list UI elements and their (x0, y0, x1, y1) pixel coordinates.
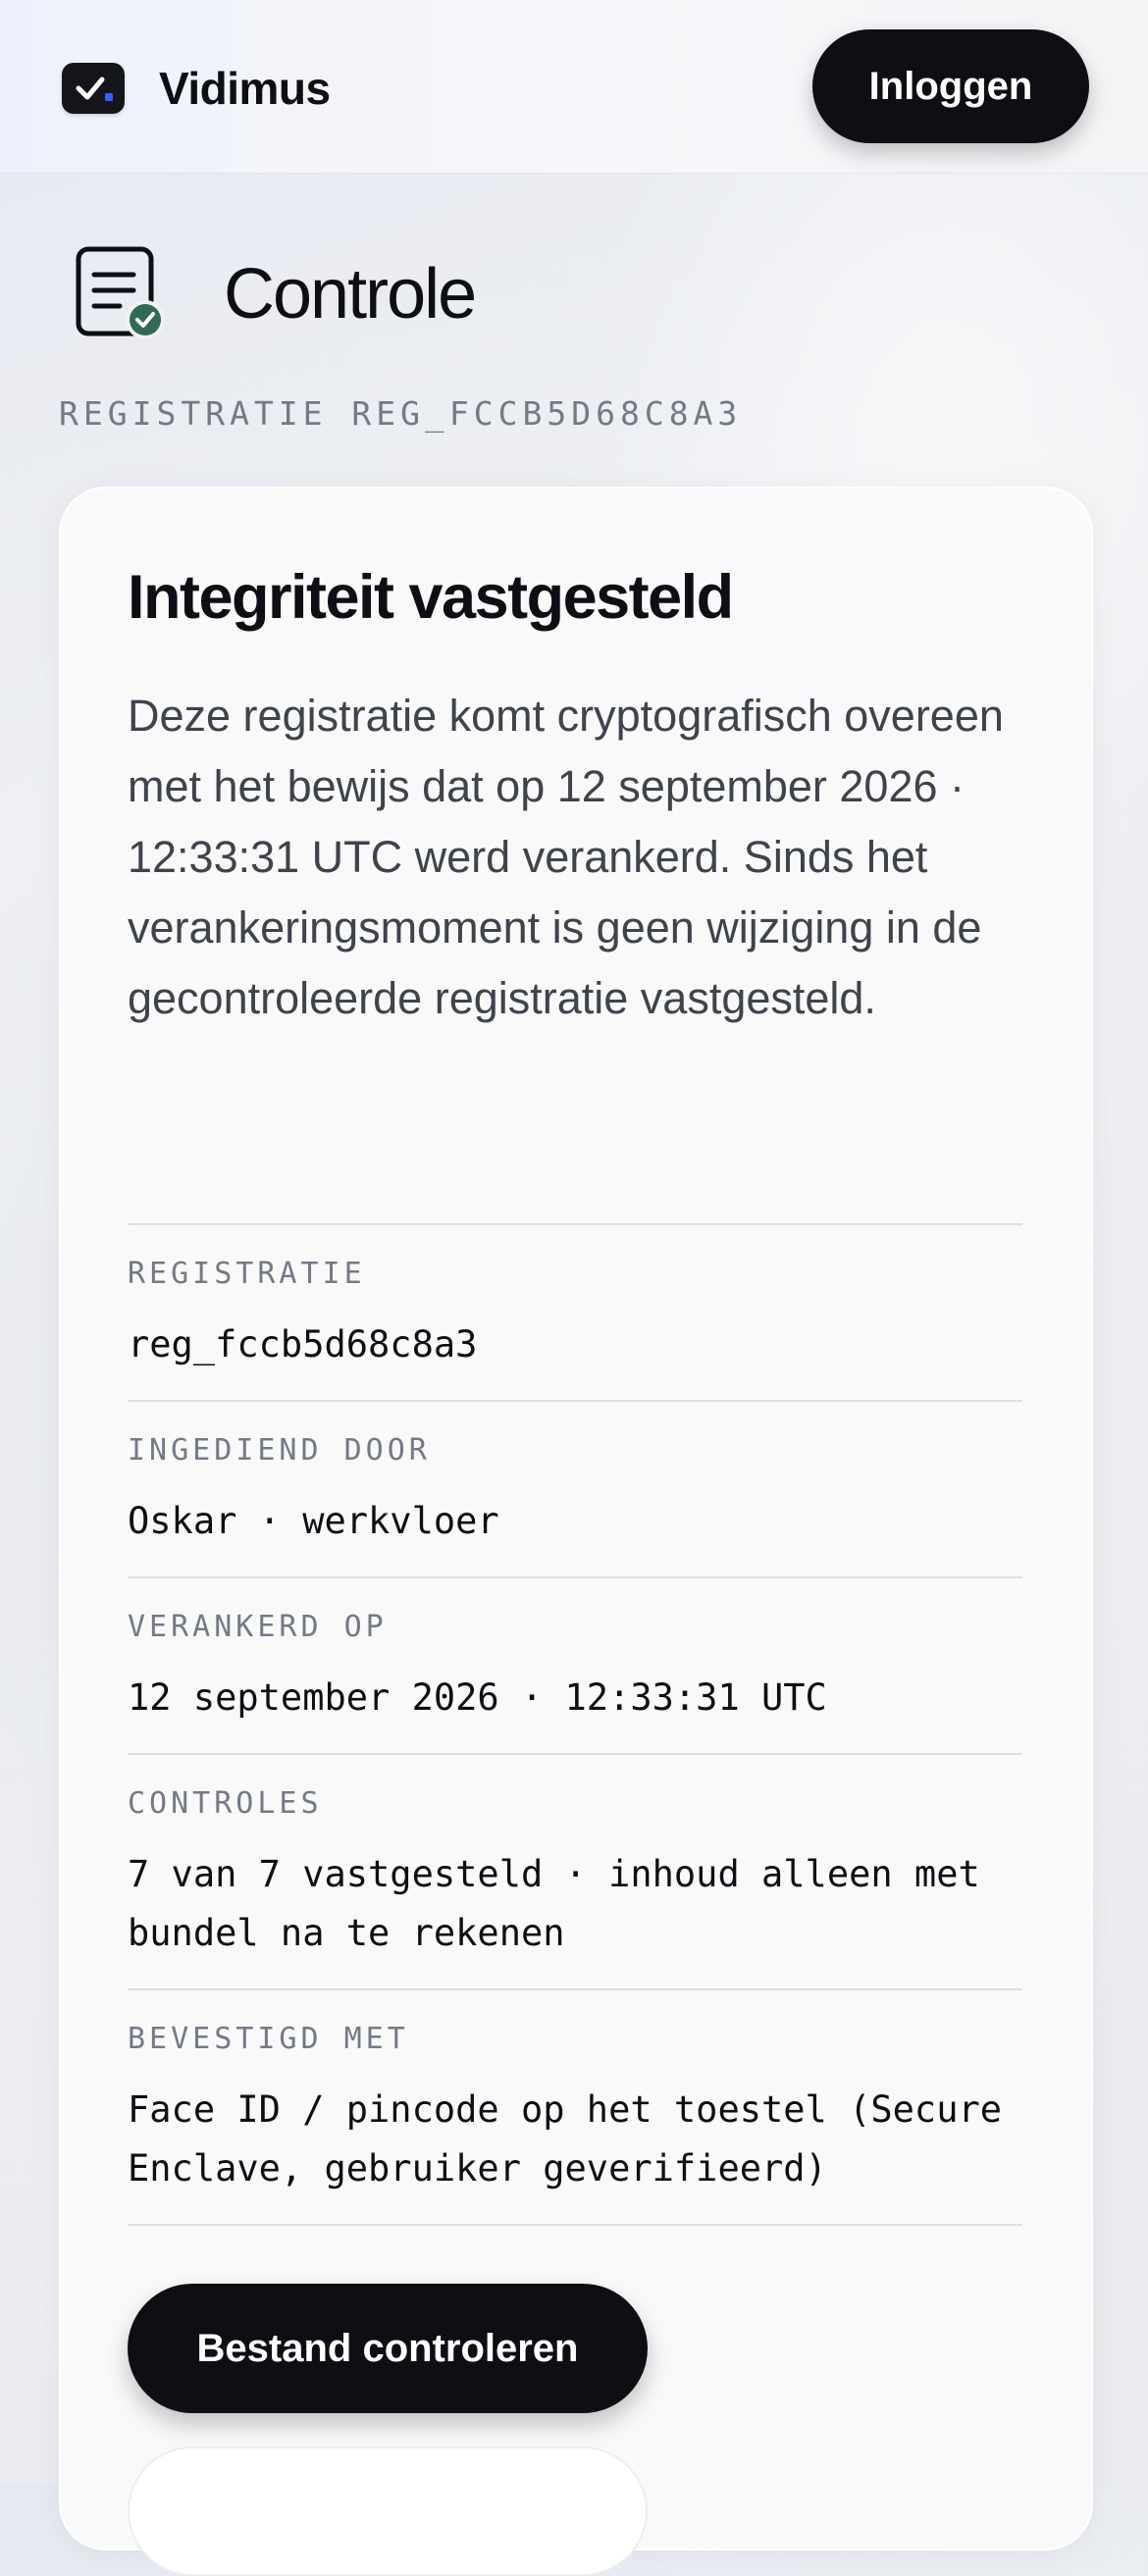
detail-value: 12 september 2026 · 12:33:31 UTC (128, 1676, 827, 1719)
page-title: Controle (224, 255, 477, 334)
brand-name: Vidimus (159, 63, 331, 114)
detail-value: Face ID / pincode op het toestel (Secure… (128, 2088, 1003, 2190)
document-check-icon (75, 245, 169, 343)
registration-heading: REGISTRATIE REG_FCCB5D68C8A3 (59, 394, 743, 433)
secondary-button[interactable] (128, 2447, 648, 2576)
brand[interactable]: Vidimus (62, 61, 331, 116)
detail-label: REGISTRATIE (128, 1257, 366, 1291)
verification-card: Integriteit vastgesteld Deze registratie… (59, 487, 1093, 2576)
detail-row-submitted-by: INGEDIEND DOOR Oskar · werkvloer (128, 1400, 1022, 1576)
detail-row-anchored-at: VERANKERD OP 12 september 2026 · 12:33:3… (128, 1576, 1022, 1753)
check-file-button[interactable]: Bestand controleren (128, 2284, 648, 2413)
checkbox-check-icon (62, 63, 125, 114)
top-bar: Vidimus Inloggen (0, 0, 1148, 174)
detail-label: INGEDIEND DOOR (128, 1433, 431, 1468)
detail-value: Oskar · werkvloer (128, 1500, 499, 1542)
detail-value: 7 van 7 vastgesteld · inhoud alleen met … (128, 1853, 980, 1954)
detail-list: REGISTRATIE reg_fccb5d68c8a3 INGEDIEND D… (128, 1223, 1022, 2226)
detail-label: CONTROLES (128, 1786, 323, 1821)
login-button[interactable]: Inloggen (812, 29, 1089, 143)
detail-row-checks: CONTROLES 7 van 7 vastgesteld · inhoud a… (128, 1753, 1022, 1988)
detail-row-registration: REGISTRATIE reg_fccb5d68c8a3 (128, 1223, 1022, 1400)
detail-value: reg_fccb5d68c8a3 (128, 1323, 478, 1365)
detail-label: VERANKERD OP (128, 1610, 388, 1644)
detail-label: BEVESTIGD MET (128, 2022, 409, 2056)
card-description: Deze registratie komt cryptografisch ove… (128, 691, 1004, 1023)
card-title: Integriteit vastgesteld (128, 563, 734, 632)
detail-row-confirmed-with: BEVESTIGD MET Face ID / pincode op het t… (128, 1988, 1022, 2226)
